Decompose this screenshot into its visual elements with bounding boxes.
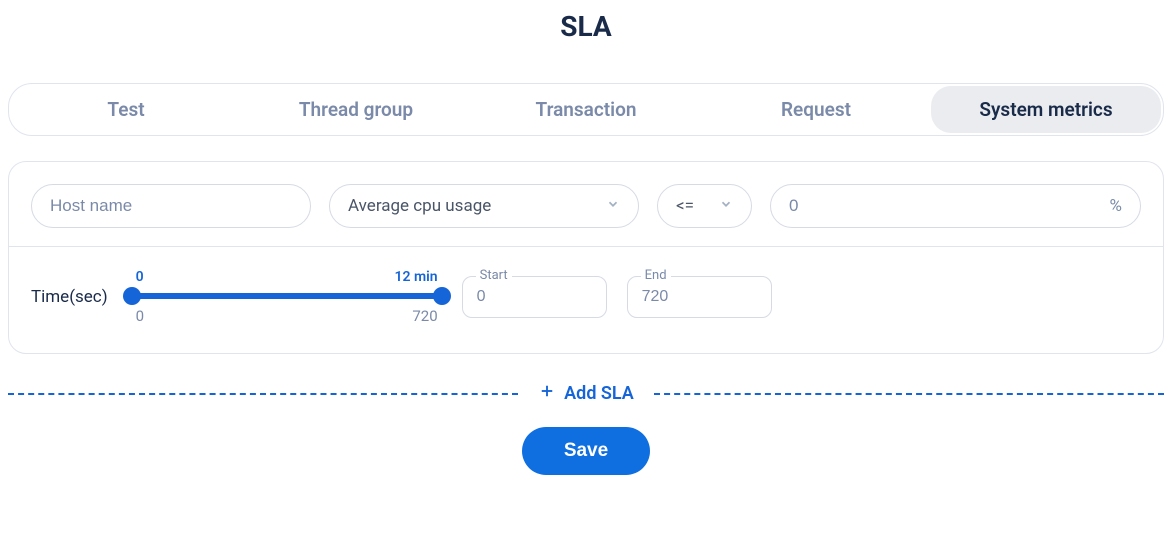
start-label: Start: [476, 268, 512, 283]
save-row: Save: [0, 427, 1172, 475]
sla-rule-card: Average cpu usage <= % Time(sec): [8, 161, 1164, 354]
end-label: End: [641, 268, 671, 283]
chevron-down-icon: [719, 197, 733, 215]
add-sla-button[interactable]: Add SLA: [518, 382, 654, 405]
slider-top-right: 12 min: [395, 269, 438, 285]
dashed-line-right: [654, 393, 1164, 395]
plus-icon: [538, 382, 556, 405]
host-name-input[interactable]: [50, 196, 292, 216]
slider-top-left: 0: [136, 269, 144, 285]
tab-thread-group[interactable]: Thread group: [241, 86, 471, 133]
threshold-field[interactable]: %: [770, 184, 1141, 228]
slider-bottom-labels: 0 720: [132, 307, 442, 325]
tab-test[interactable]: Test: [11, 86, 241, 133]
add-sla-label: Add SLA: [564, 383, 634, 404]
slider-thumb-end[interactable]: [433, 287, 451, 305]
time-row: Time(sec) 0 12 min 0 720 Start: [9, 247, 1163, 353]
tabs-bar: Test Thread group Transaction Request Sy…: [8, 83, 1164, 136]
add-sla-row: Add SLA: [8, 382, 1164, 405]
tab-request[interactable]: Request: [701, 86, 931, 133]
time-label: Time(sec): [31, 287, 108, 307]
dashed-line-left: [8, 393, 518, 395]
page-title: SLA: [0, 10, 1172, 43]
unit-label: %: [1110, 196, 1122, 216]
tab-transaction[interactable]: Transaction: [471, 86, 701, 133]
slider-top-labels: 0 12 min: [132, 269, 442, 285]
threshold-input[interactable]: [789, 196, 1055, 216]
slider-thumb-start[interactable]: [123, 287, 141, 305]
slider-bottom-right: 720: [412, 307, 437, 325]
operator-select[interactable]: <=: [657, 184, 752, 228]
start-field-wrap: Start: [462, 276, 607, 318]
slider-track[interactable]: [132, 293, 442, 299]
save-button[interactable]: Save: [522, 427, 650, 475]
end-field-wrap: End: [627, 276, 772, 318]
rule-row: Average cpu usage <= %: [9, 162, 1163, 246]
operator-selected-label: <=: [676, 196, 694, 216]
chevron-down-icon: [606, 197, 620, 215]
host-name-field[interactable]: [31, 184, 311, 228]
tab-system-metrics[interactable]: System metrics: [931, 86, 1161, 133]
time-slider[interactable]: 0 12 min 0 720: [132, 269, 442, 325]
metric-selected-label: Average cpu usage: [348, 196, 491, 216]
metric-select[interactable]: Average cpu usage: [329, 184, 639, 228]
slider-bottom-left: 0: [136, 307, 144, 325]
